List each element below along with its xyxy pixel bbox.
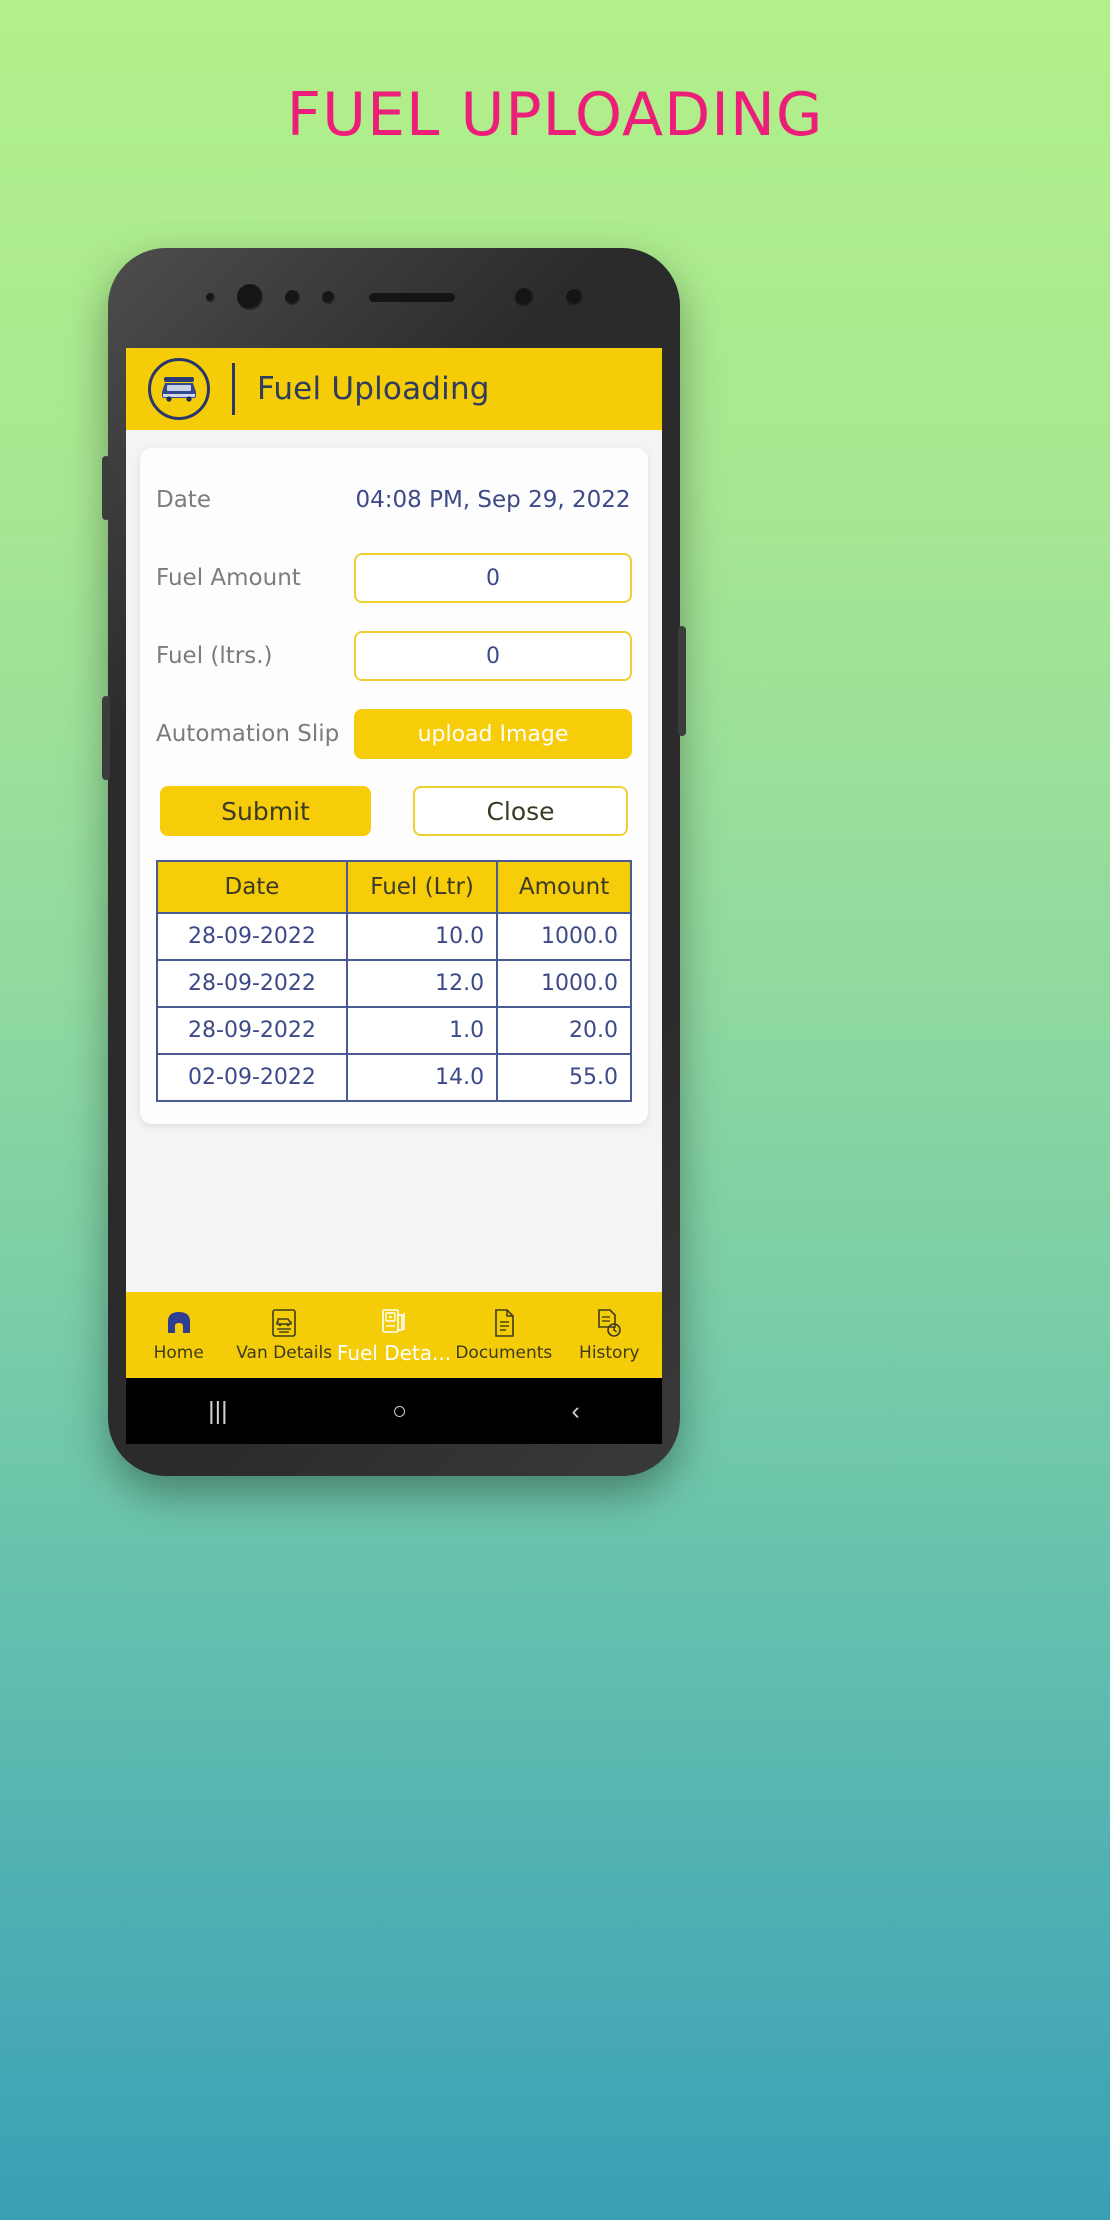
phone-side-button-volume-down [102,696,110,780]
nav-label-fuel-details: Fuel Deta... [336,1340,452,1365]
nav-item-documents[interactable]: Documents [451,1308,556,1363]
sensor-dot-icon [514,287,534,307]
sensor-dot-icon [565,288,583,306]
cell-fuel: 10.0 [345,912,499,961]
fuel-ltrs-row: Fuel (ltrs.) [156,626,632,686]
cell-amount: 1000.0 [496,959,632,1008]
fuel-pump-icon [380,1306,408,1336]
fuel-amount-input[interactable] [354,553,632,603]
van-card-icon [271,1308,297,1338]
cell-amount: 1000.0 [496,912,632,961]
cell-date: 28-09-2022 [156,912,348,961]
table-header-fuel: Fuel (Ltr) [345,860,499,914]
table-header-amount: Amount [496,860,632,914]
recents-icon[interactable]: ||| [208,1398,227,1424]
table-header-row: Date Fuel (Ltr) Amount [156,860,632,914]
cell-amount: 55.0 [496,1053,632,1102]
automation-slip-label: Automation Slip [156,721,340,747]
app-header: Fuel Uploading [126,348,662,430]
fuel-ltrs-input[interactable] [354,631,632,681]
date-label: Date [156,487,211,513]
document-icon [491,1308,517,1338]
nav-item-home[interactable]: Home [126,1308,231,1363]
nav-label-documents: Documents [455,1342,553,1363]
cell-amount: 20.0 [496,1006,632,1055]
automation-slip-row: Automation Slip upload Image [156,704,632,764]
android-system-nav: ||| ○ ‹ [126,1378,662,1444]
cell-fuel: 1.0 [345,1006,499,1055]
cell-fuel: 14.0 [345,1053,499,1102]
app-header-title: Fuel Uploading [257,371,490,407]
fuel-form-card: Date 04:08 PM, Sep 29, 2022 Fuel Amount … [140,448,648,1124]
phone-sensor-row [108,284,680,310]
table-header-date: Date [156,860,348,914]
cell-date: 28-09-2022 [156,959,348,1008]
sensor-dot-icon [205,292,215,302]
fuel-history-table: Date Fuel (Ltr) Amount 28-09-2022 10.0 1… [156,860,632,1102]
nav-item-van-details[interactable]: Van Details [231,1308,336,1363]
phone-screen: Fuel Uploading Date 04:08 PM, Sep 29, 20… [126,348,662,1378]
phone-side-button-power [678,626,686,736]
table-row[interactable]: 28-09-2022 10.0 1000.0 [156,912,632,961]
app-logo [148,358,210,420]
front-camera-icon [236,284,263,310]
date-value: 04:08 PM, Sep 29, 2022 [355,487,631,513]
header-divider [232,363,235,415]
table-row[interactable]: 28-09-2022 12.0 1000.0 [156,959,632,1008]
fuel-amount-row: Fuel Amount [156,548,632,608]
nav-item-fuel-details[interactable]: Fuel Deta... [337,1306,451,1365]
nav-label-home: Home [153,1342,204,1363]
phone-mockup: Fuel Uploading Date 04:08 PM, Sep 29, 20… [102,248,686,1476]
cell-date: 28-09-2022 [156,1006,348,1055]
nav-item-history[interactable]: History [557,1308,662,1363]
nav-label-history: History [579,1342,640,1363]
submit-button[interactable]: Submit [160,786,371,836]
fuel-amount-label: Fuel Amount [156,565,301,591]
upload-image-button[interactable]: upload Image [354,709,632,759]
date-row: Date 04:08 PM, Sep 29, 2022 [156,470,632,530]
table-row[interactable]: 28-09-2022 1.0 20.0 [156,1006,632,1055]
earpiece-speaker-icon [368,292,455,302]
sensor-dot-icon [284,289,300,305]
bottom-navigation: Home Van Details Fuel Deta... Documents … [126,1292,662,1378]
van-in-circle-icon [159,372,199,407]
form-actions: Submit Close [156,786,632,836]
back-icon[interactable]: ‹ [571,1398,579,1424]
table-row[interactable]: 02-09-2022 14.0 55.0 [156,1053,632,1102]
nav-label-van-details: Van Details [236,1342,333,1363]
close-button[interactable]: Close [413,786,628,836]
screen-content: Date 04:08 PM, Sep 29, 2022 Fuel Amount … [126,430,662,1292]
home-circle-icon[interactable]: ○ [392,1398,407,1424]
home-icon [164,1308,194,1338]
phone-side-button-volume-up [102,456,110,520]
fuel-ltrs-label: Fuel (ltrs.) [156,643,273,669]
page-title: FUEL UPLOADING [286,80,824,150]
cell-date: 02-09-2022 [156,1053,348,1102]
sensor-dot-icon [321,290,335,304]
cell-fuel: 12.0 [345,959,499,1008]
history-icon [595,1308,623,1338]
